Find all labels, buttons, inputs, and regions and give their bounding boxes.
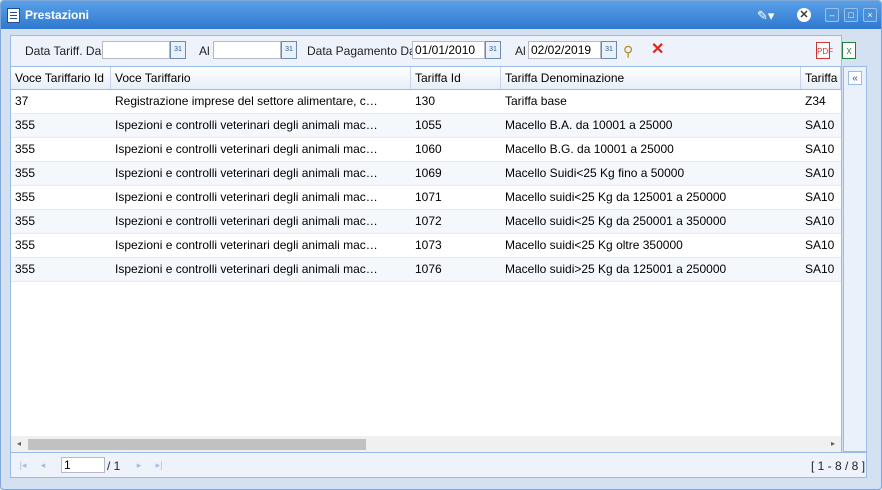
data-pagamento-dal-label: Data Pagamento Dal xyxy=(307,44,419,58)
cell-tariffa-denominazione: Macello suidi>25 Kg da 125001 a 250000 xyxy=(505,262,727,276)
table-row[interactable]: 355 Ispezioni e controlli veterinari deg… xyxy=(11,162,841,186)
cell-tariffa-id: 1076 xyxy=(415,262,442,276)
al-label-1: Al xyxy=(199,44,210,58)
cell-tariffa: SA10 xyxy=(805,142,835,156)
cell-tariffa-denominazione: Macello suidi<25 Kg da 125001 a 250000 xyxy=(505,190,727,204)
double-chevron-left-icon[interactable]: « xyxy=(848,71,862,85)
cell-voce-tariffario: Ispezioni e controlli veterinari degli a… xyxy=(115,166,378,180)
cell-tariffa-id: 1055 xyxy=(415,118,442,132)
next-page-icon[interactable]: ▸ xyxy=(133,459,145,471)
table-row[interactable]: 37 Registrazione imprese del settore ali… xyxy=(11,90,841,114)
paging-toolbar: |◂ ◂ / 1 ▸ ▸| [ 1 - 8 / 8 ] xyxy=(10,452,867,478)
table-row[interactable]: 355 Ispezioni e controlli veterinari deg… xyxy=(11,210,841,234)
cell-voce-tariffario-id: 355 xyxy=(15,262,36,276)
search-icon[interactable]: ⚲ xyxy=(623,43,639,59)
cell-tariffa-id: 1060 xyxy=(415,142,442,156)
cell-voce-tariffario: Ispezioni e controlli veterinari degli a… xyxy=(115,214,378,228)
column-header-tariffa-denominazione[interactable]: Tariffa Denominazione xyxy=(501,67,801,89)
scrollbar-thumb[interactable] xyxy=(28,439,366,450)
cell-voce-tariffario-id: 355 xyxy=(15,142,36,156)
prestazioni-grid: Voce Tariffario Id Voce Tariffario Tarif… xyxy=(10,66,842,454)
al-input-2[interactable] xyxy=(528,41,601,59)
cell-tariffa: SA10 xyxy=(805,238,835,252)
cell-tariffa-id: 130 xyxy=(415,94,436,108)
column-header-voce-tariffario-id[interactable]: Voce Tariffario Id xyxy=(11,67,111,89)
cell-tariffa-id: 1073 xyxy=(415,238,442,252)
cell-tariffa: SA10 xyxy=(805,118,835,132)
table-row[interactable]: 355 Ispezioni e controlli veterinari deg… xyxy=(11,234,841,258)
cell-tariffa-denominazione: Macello suidi<25 Kg da 250001 a 350000 xyxy=(505,214,727,228)
cell-tariffa-denominazione: Macello suidi<25 Kg oltre 350000 xyxy=(505,238,683,252)
table-row[interactable]: 355 Ispezioni e controlli veterinari deg… xyxy=(11,138,841,162)
cell-tariffa: SA10 xyxy=(805,190,835,204)
calendar-icon[interactable]: 31 xyxy=(601,41,617,59)
column-header-tariffa-id[interactable]: Tariffa Id xyxy=(411,67,501,89)
cell-voce-tariffario-id: 355 xyxy=(15,118,36,132)
grid-header: Voce Tariffario Id Voce Tariffario Tarif… xyxy=(11,67,841,90)
excel-export-icon[interactable]: X xyxy=(842,42,856,59)
al-input-1[interactable] xyxy=(213,41,281,59)
close-circle-icon[interactable]: ✕ xyxy=(797,8,811,22)
first-page-icon[interactable]: |◂ xyxy=(17,459,29,471)
maximize-icon[interactable]: □ xyxy=(844,8,858,22)
clear-filter-icon[interactable]: ✕ xyxy=(651,42,667,58)
data-pagamento-dal-input[interactable] xyxy=(412,41,485,59)
prev-page-icon[interactable]: ◂ xyxy=(37,459,49,471)
calendar-icon[interactable]: 31 xyxy=(170,41,186,59)
page-number-input[interactable] xyxy=(61,457,105,473)
scroll-left-icon[interactable]: ◂ xyxy=(11,436,27,452)
cell-tariffa-denominazione: Macello B.G. da 10001 a 25000 xyxy=(505,142,674,156)
close-icon[interactable]: × xyxy=(863,8,877,22)
cell-voce-tariffario: Registrazione imprese del settore alimen… xyxy=(115,94,378,108)
calendar-icon[interactable]: 31 xyxy=(485,41,501,59)
cell-voce-tariffario: Ispezioni e controlli veterinari degli a… xyxy=(115,262,378,276)
cell-voce-tariffario-id: 355 xyxy=(15,190,36,204)
table-row[interactable]: 355 Ispezioni e controlli veterinari deg… xyxy=(11,258,841,282)
page-total: / 1 xyxy=(107,459,121,473)
cell-voce-tariffario-id: 37 xyxy=(15,94,29,108)
cell-voce-tariffario-id: 355 xyxy=(15,214,36,228)
al-label-2: Al xyxy=(515,44,526,58)
title-bar[interactable]: Prestazioni ✎▾ ✕ – □ × xyxy=(1,1,881,29)
minimize-icon[interactable]: – xyxy=(825,8,839,22)
scroll-right-icon[interactable]: ▸ xyxy=(825,436,841,452)
table-row[interactable]: 355 Ispezioni e controlli veterinari deg… xyxy=(11,186,841,210)
pdf-export-icon[interactable]: PDF xyxy=(816,42,833,59)
cell-tariffa-id: 1071 xyxy=(415,190,442,204)
cell-tariffa: SA10 xyxy=(805,262,835,276)
cell-voce-tariffario: Ispezioni e controlli veterinari degli a… xyxy=(115,190,378,204)
table-row[interactable]: 355 Ispezioni e controlli veterinari deg… xyxy=(11,114,841,138)
document-icon xyxy=(7,8,20,23)
cell-tariffa: Z34 xyxy=(805,94,826,108)
data-tariff-dal-input[interactable] xyxy=(102,41,170,59)
calendar-icon[interactable]: 31 xyxy=(281,41,297,59)
column-header-tariffa[interactable]: Tariffa xyxy=(801,67,841,89)
cell-tariffa: SA10 xyxy=(805,214,835,228)
cell-voce-tariffario: Ispezioni e controlli veterinari degli a… xyxy=(115,238,378,252)
paging-range: [ 1 - 8 / 8 ] xyxy=(811,459,866,473)
last-page-icon[interactable]: ▸| xyxy=(153,459,165,471)
cell-voce-tariffario-id: 355 xyxy=(15,166,36,180)
tools-menu-icon[interactable]: ✎▾ xyxy=(757,8,785,24)
cell-voce-tariffario-id: 355 xyxy=(15,238,36,252)
cell-tariffa-id: 1072 xyxy=(415,214,442,228)
column-header-voce-tariffario[interactable]: Voce Tariffario xyxy=(111,67,411,89)
horizontal-scrollbar[interactable]: ◂ ▸ xyxy=(11,436,841,452)
data-tariff-dal-label: Data Tariff. Dal xyxy=(25,44,104,58)
window-title: Prestazioni xyxy=(25,8,90,22)
cell-tariffa: SA10 xyxy=(805,166,835,180)
cell-tariffa-denominazione: Macello B.A. da 10001 a 25000 xyxy=(505,118,673,132)
side-panel: « xyxy=(843,66,867,452)
cell-tariffa-denominazione: Macello Suidi<25 Kg fino a 50000 xyxy=(505,166,685,180)
cell-voce-tariffario: Ispezioni e controlli veterinari degli a… xyxy=(115,118,378,132)
filter-toolbar: Data Tariff. Dal 31 Al 31 Data Pagamento… xyxy=(10,35,856,66)
cell-tariffa-denominazione: Tariffa base xyxy=(505,94,567,108)
cell-voce-tariffario: Ispezioni e controlli veterinari degli a… xyxy=(115,142,378,156)
cell-tariffa-id: 1069 xyxy=(415,166,442,180)
